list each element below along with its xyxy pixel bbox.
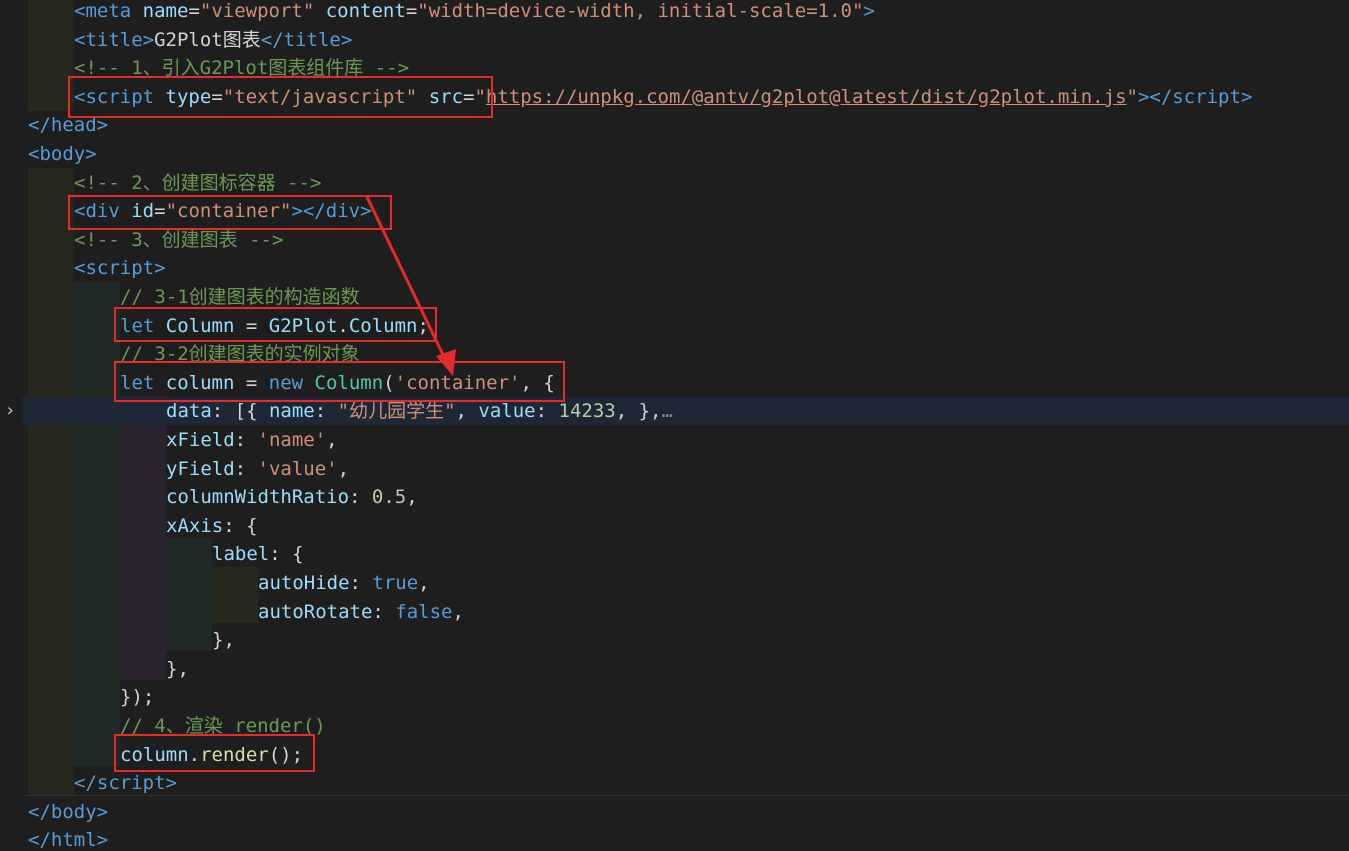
code-editor[interactable]: › <meta name="viewport" content="width=d… xyxy=(0,0,1349,851)
annotation-arrow xyxy=(365,196,456,376)
